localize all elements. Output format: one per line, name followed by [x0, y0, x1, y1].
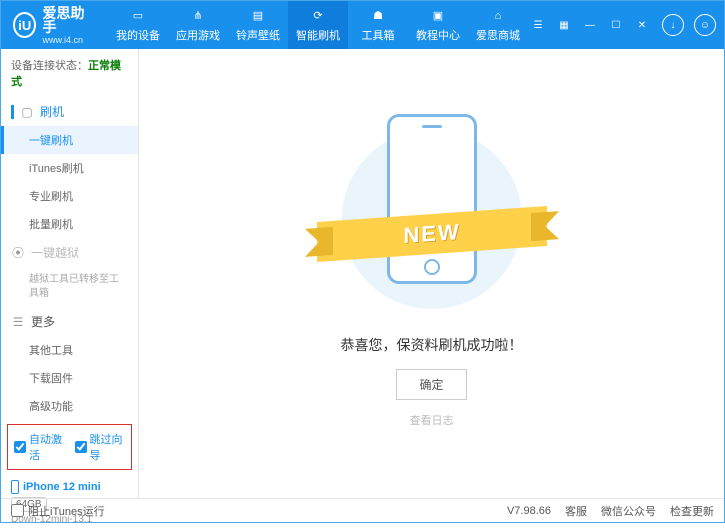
- app-logo: iU 爱思助手 www.i4.cn: [9, 6, 92, 45]
- download-icon[interactable]: ↓: [662, 14, 684, 36]
- skin-icon[interactable]: ▦: [554, 15, 574, 35]
- checkbox-skip-setup[interactable]: 跳过向导: [75, 431, 126, 463]
- success-message: 恭喜您，保资料刷机成功啦！: [341, 335, 523, 355]
- phone-icon: ▢: [20, 105, 34, 119]
- titlebar: iU 爱思助手 www.i4.cn ▭我的设备⋔应用游戏▤铃声壁纸⟳智能刷机☗工…: [1, 1, 724, 49]
- sidebar-item-advanced[interactable]: 高级功能: [1, 392, 138, 420]
- section-jailbreak: ⦿ 一键越狱: [1, 238, 138, 267]
- main-content: NEW 恭喜您，保资料刷机成功啦！ 确定 查看日志: [139, 49, 724, 498]
- section-more[interactable]: ☰ 更多: [1, 307, 138, 336]
- checkbox-block-itunes[interactable]: 阻止iTunes运行: [11, 503, 105, 519]
- lock-icon: ⦿: [11, 244, 25, 261]
- top-nav: ▭我的设备⋔应用游戏▤铃声壁纸⟳智能刷机☗工具箱▣教程中心⌂爱思商城: [108, 1, 528, 49]
- nav-apps[interactable]: ⋔应用游戏: [168, 1, 228, 49]
- flash-icon: ⟳: [310, 8, 326, 24]
- store-icon: ⌂: [490, 8, 506, 24]
- maximize-icon[interactable]: ☐: [606, 15, 626, 35]
- minimize-icon[interactable]: —: [580, 15, 600, 35]
- apps-icon: ⋔: [190, 8, 206, 24]
- sidebar-item-oneclick-flash[interactable]: 一键刷机: [1, 126, 138, 154]
- sidebar-item-batch-flash[interactable]: 批量刷机: [1, 210, 138, 238]
- settings-icon[interactable]: ☰: [528, 15, 548, 35]
- sidebar-item-itunes-flash[interactable]: iTunes刷机: [1, 154, 138, 182]
- sidebar-item-other-tools[interactable]: 其他工具: [1, 336, 138, 364]
- device-status: 设备连接状态：正常模式: [1, 49, 138, 97]
- menu-icon: ☰: [11, 315, 25, 329]
- sidebar: 设备连接状态：正常模式 ▢ 刷机 一键刷机 iTunes刷机 专业刷机 批量刷机…: [1, 49, 139, 498]
- jailbreak-note: 越狱工具已转移至工具箱: [1, 267, 138, 307]
- phone-icon: ▭: [130, 8, 146, 24]
- section-flash[interactable]: ▢ 刷机: [1, 97, 138, 126]
- options-box: 自动激活 跳过向导: [7, 424, 132, 470]
- window-controls: ☰ ▦ — ☐ ✕ ↓ ☺: [528, 14, 716, 36]
- sidebar-item-download-fw[interactable]: 下载固件: [1, 364, 138, 392]
- wallpaper-icon: ▤: [250, 8, 266, 24]
- toolbox-icon: ☗: [370, 8, 386, 24]
- version-label: V7.98.66: [507, 505, 551, 517]
- sidebar-item-pro-flash[interactable]: 专业刷机: [1, 182, 138, 210]
- nav-phone[interactable]: ▭我的设备: [108, 1, 168, 49]
- view-log-link[interactable]: 查看日志: [410, 412, 454, 428]
- nav-toolbox[interactable]: ☗工具箱: [348, 1, 408, 49]
- support-link[interactable]: 客服: [565, 503, 587, 519]
- nav-wallpaper[interactable]: ▤铃声壁纸: [228, 1, 288, 49]
- device-icon: [11, 480, 19, 494]
- nav-store[interactable]: ⌂爱思商城: [468, 1, 528, 49]
- user-icon[interactable]: ☺: [694, 14, 716, 36]
- success-illustration: NEW: [322, 119, 542, 319]
- check-update-link[interactable]: 检查更新: [670, 503, 714, 519]
- app-url: www.i4.cn: [42, 36, 92, 45]
- app-title: 爱思助手: [42, 6, 92, 34]
- checkbox-auto-activate[interactable]: 自动激活: [14, 431, 65, 463]
- wechat-link[interactable]: 微信公众号: [601, 503, 656, 519]
- nav-tutorial[interactable]: ▣教程中心: [408, 1, 468, 49]
- logo-icon: iU: [13, 12, 36, 38]
- tutorial-icon: ▣: [430, 8, 446, 24]
- nav-flash[interactable]: ⟳智能刷机: [288, 1, 348, 49]
- close-icon[interactable]: ✕: [632, 15, 652, 35]
- phone-icon: [387, 114, 477, 284]
- ok-button[interactable]: 确定: [396, 369, 466, 400]
- status-bar: 阻止iTunes运行 V7.98.66 客服 微信公众号 检查更新: [1, 498, 724, 522]
